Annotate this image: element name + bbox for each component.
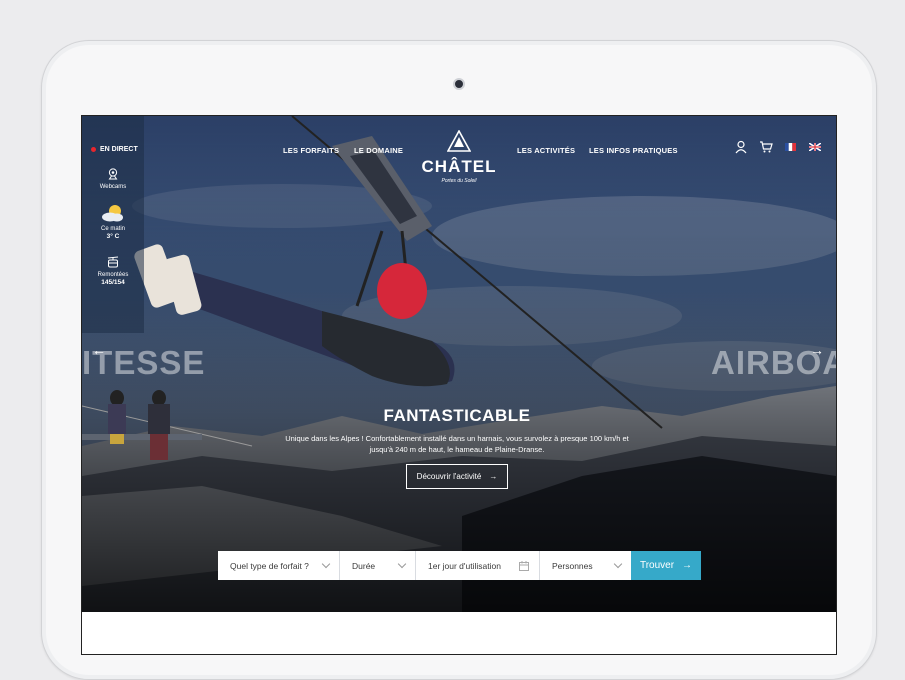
arrow-right-icon: → [682,560,693,571]
user-icon[interactable] [734,140,748,154]
nav-domaine[interactable]: LE DOMAINE [354,146,403,155]
pass-type-select[interactable]: Quel type de forfait ? [218,551,340,580]
hero-slider: EN DIRECT Webcams Ce matin 3° C Remontée… [82,116,836,612]
duration-value: Durée [352,560,376,571]
start-date-placeholder: 1er jour d'utilisation [428,560,501,571]
calendar-icon[interactable] [519,560,529,571]
live-panel: EN DIRECT Webcams Ce matin 3° C Remontée… [82,116,144,333]
nav-activites[interactable]: LES ACTIVITÉS [517,146,575,155]
slide-title: FANTASTICABLE [383,406,531,425]
flag-fr-icon[interactable] [785,143,796,151]
weather-widget[interactable]: Ce matin 3° C [82,204,144,241]
website-screen: EN DIRECT Webcams Ce matin 3° C Remontée… [81,115,837,655]
persons-select[interactable]: Personnes [540,551,631,580]
gondola-icon [107,256,119,268]
slide-description: Unique dans les Alpes ! Confortablement … [285,434,629,454]
webcams-link[interactable]: Webcams [82,168,144,191]
prev-arrow-icon[interactable]: ← [91,342,107,358]
start-date-field[interactable]: 1er jour d'utilisation [416,551,540,580]
lifts-widget[interactable]: Remontées 145/154 [82,256,144,287]
nav-infos[interactable]: LES INFOS PRATIQUES [589,146,678,155]
sun-cloud-icon [102,205,123,222]
find-label: Trouver [639,560,675,571]
chevron-down-icon [613,559,623,568]
weather-temp: 3° C [106,233,120,240]
nav-forfaits[interactable]: LES FORFAITS [283,146,339,155]
cta-label: Découvrir l'activité [416,472,482,481]
chevron-down-icon [397,559,407,568]
webcams-label: Webcams [99,184,127,190]
flag-uk-icon[interactable] [809,143,821,151]
persons-value: Personnes [552,560,593,571]
lifts-count: 145/154 [101,279,125,286]
content-area [82,612,836,654]
pass-search-bar: Quel type de forfait ? Durée 1er jour d'… [218,551,701,580]
chatel-logo[interactable]: CHÂTEL Portes du Soleil [419,129,499,184]
live-link[interactable]: EN DIRECT [91,146,138,153]
mountain-logo-icon [446,129,472,152]
lifts-label: Remontées [97,272,129,278]
logo-word: CHÂTEL [421,157,497,176]
pass-type-value: Quel type de forfait ? [230,560,309,571]
logo-tagline: Portes du Soleil [441,178,477,184]
webcam-icon [108,168,118,180]
arrow-right-icon: → [489,472,498,481]
weather-label: Ce matin [100,226,125,232]
duration-select[interactable]: Durée [340,551,416,580]
slide-caption: FANTASTICABLE Unique dans les Alpes ! Co… [262,406,652,489]
find-button[interactable]: Trouver → [631,551,701,580]
next-arrow-icon[interactable]: → [809,342,825,358]
cart-icon[interactable] [759,140,773,154]
camera-icon [453,78,465,90]
live-dot-icon [91,147,96,152]
discover-activity-button[interactable]: Découvrir l'activité → [405,464,509,489]
live-label: EN DIRECT [100,146,138,153]
chevron-down-icon [321,559,331,568]
